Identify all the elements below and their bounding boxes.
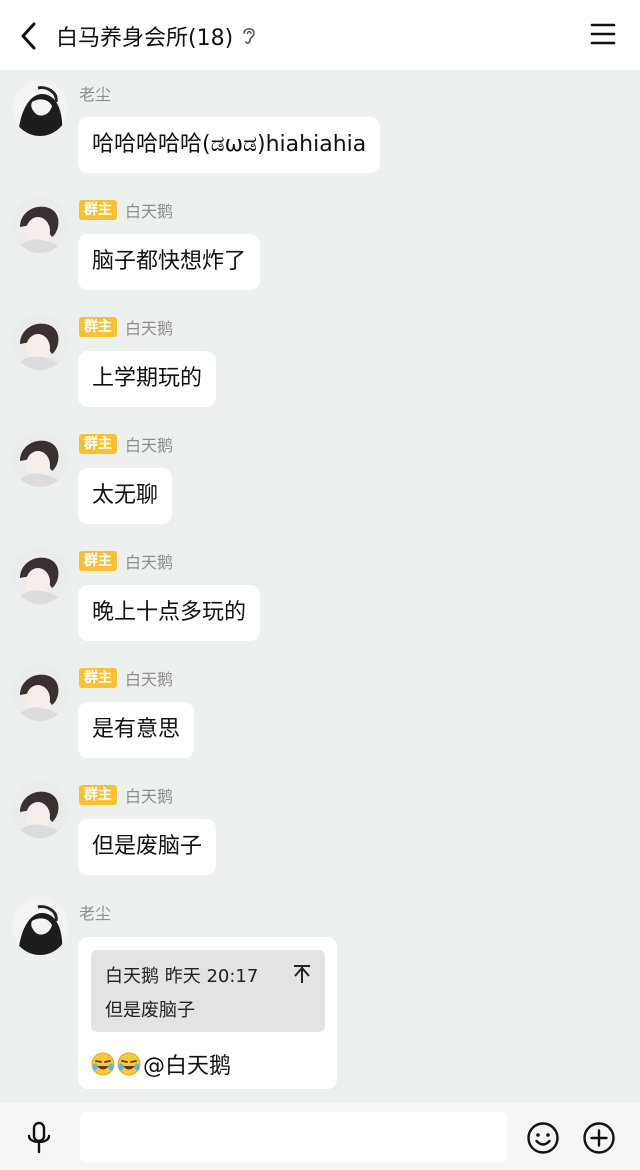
avatar[interactable]: [12, 80, 68, 136]
sender-name: 老尘: [79, 904, 112, 923]
sender-row: 群主 白天鹅: [79, 667, 173, 689]
laughing-tears-emoji-icon: [91, 1052, 115, 1076]
sender-row: 群主 白天鹅: [79, 784, 173, 806]
ear-icon: [241, 25, 259, 47]
chat-header: 白马养身会所(18): [0, 0, 640, 70]
owner-badge: 群主: [79, 668, 117, 688]
chat-area[interactable]: 老尘 哈哈哈哈哈(ಡωಡ)hiahiahia 群主 白天鹅 脑子都快想炸了 群主…: [0, 70, 640, 1103]
message-bubble[interactable]: 脑子都快想炸了: [78, 234, 261, 290]
title-group[interactable]: 白马养身会所(18): [56, 20, 259, 52]
avatar[interactable]: [12, 899, 68, 955]
owner-badge: 群主: [79, 785, 117, 805]
sender-row: 群主 白天鹅: [79, 550, 173, 572]
hamburger-menu-icon: [590, 23, 616, 45]
message-bubble[interactable]: 但是废脑子: [78, 819, 217, 875]
owner-badge: 群主: [79, 434, 117, 454]
message-input[interactable]: [80, 1112, 507, 1162]
menu-button[interactable]: [590, 22, 616, 46]
quote-text: 但是废脑子: [105, 1000, 195, 1021]
message-bubble[interactable]: 晚上十点多玩的: [78, 585, 261, 641]
avatar[interactable]: [12, 782, 68, 838]
sender-row: 老尘: [79, 82, 111, 104]
sender-name: 白天鹅: [125, 553, 174, 572]
avatar[interactable]: [12, 314, 68, 370]
voice-button[interactable]: [24, 1121, 54, 1155]
sender-name: 白天鹅: [125, 202, 174, 221]
quote-header: 白天鹅 昨天 20:17: [105, 966, 259, 987]
chevron-left-icon: [21, 22, 36, 50]
microphone-icon: [27, 1121, 51, 1154]
message-bubble[interactable]: 哈哈哈哈哈(ಡωಡ)hiahiahia: [78, 117, 381, 173]
owner-badge: 群主: [79, 551, 117, 571]
laughing-tears-emoji-icon: [117, 1052, 141, 1076]
input-bar: [0, 1103, 640, 1170]
avatar[interactable]: [12, 431, 68, 487]
emoji-button[interactable]: [526, 1121, 560, 1155]
more-button[interactable]: [582, 1121, 616, 1155]
jump-to-top-icon[interactable]: [293, 964, 311, 984]
plus-circle-icon: [583, 1122, 615, 1154]
reply-content: @白天鹅: [91, 1049, 231, 1079]
sender-name: 白天鹅: [125, 787, 174, 806]
quoted-message[interactable]: 白天鹅 昨天 20:17 但是废脑子: [91, 950, 325, 1032]
message-bubble[interactable]: 是有意思: [78, 702, 195, 758]
sender-row: 老尘: [79, 901, 111, 923]
smiley-icon: [527, 1122, 559, 1154]
sender-name: 白天鹅: [125, 670, 174, 689]
avatar[interactable]: [12, 548, 68, 604]
sender-name: 老尘: [79, 85, 112, 104]
sender-row: 群主 白天鹅: [79, 316, 173, 338]
back-button[interactable]: [14, 20, 42, 52]
message-bubble[interactable]: 上学期玩的: [78, 351, 217, 407]
sender-row: 群主 白天鹅: [79, 433, 173, 455]
mention-text[interactable]: @白天鹅: [143, 1048, 231, 1080]
group-title: 白马养身会所(18): [56, 26, 234, 51]
avatar[interactable]: [12, 197, 68, 253]
owner-badge: 群主: [79, 200, 117, 220]
sender-name: 白天鹅: [125, 319, 174, 338]
avatar[interactable]: [12, 665, 68, 721]
owner-badge: 群主: [79, 317, 117, 337]
reply-message-bubble[interactable]: 白天鹅 昨天 20:17 但是废脑子 @白天鹅: [78, 937, 337, 1089]
sender-row: 群主 白天鹅: [79, 199, 173, 221]
message-bubble[interactable]: 太无聊: [78, 468, 173, 524]
sender-name: 白天鹅: [125, 436, 174, 455]
